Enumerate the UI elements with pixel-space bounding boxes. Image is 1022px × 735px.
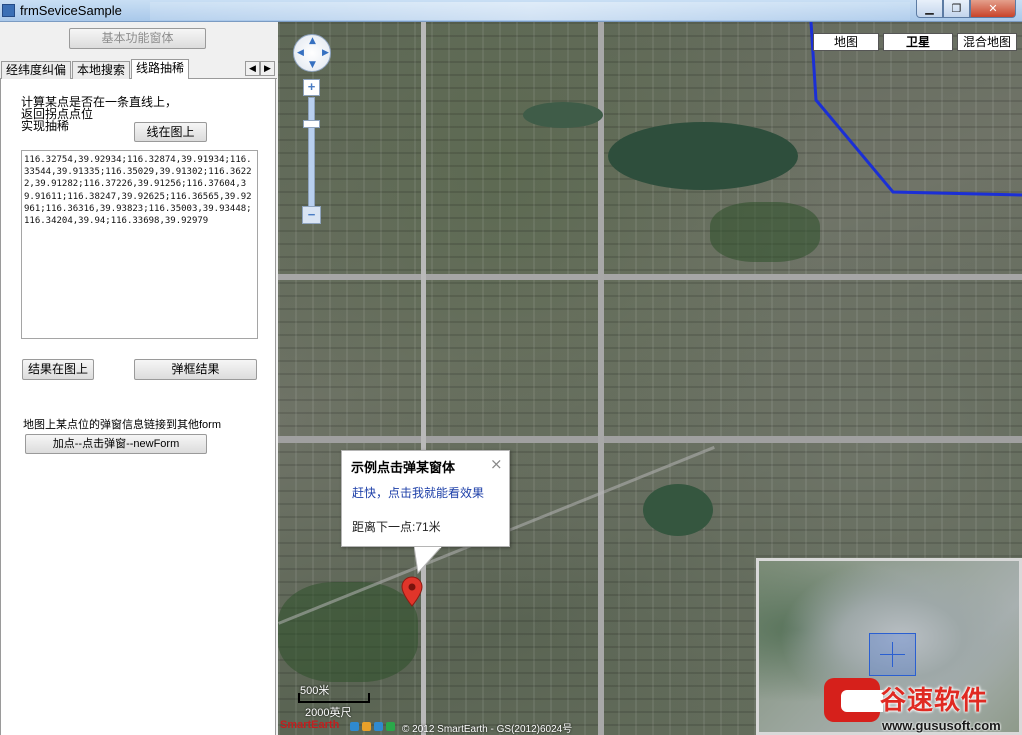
info-popup: 示例点击弹某窗体 × 赶快，点击我就能看效果 距离下一点:71米 (341, 450, 510, 547)
app-icon (2, 4, 15, 17)
tab-route-thinning[interactable]: 线路抽稀 (131, 59, 190, 80)
map-type-satellite-button[interactable]: 卫星 (883, 33, 953, 51)
tab-scroll-left-button[interactable]: ◀ (245, 61, 260, 76)
scale-metric: 500米 (300, 685, 330, 697)
popup-close-icon[interactable]: × (490, 455, 503, 473)
popup-link[interactable]: 赶快，点击我就能看效果 (352, 484, 484, 501)
popup-result-button[interactable]: 弹框结果 (134, 359, 257, 380)
tab-coordinate-correction[interactable]: 经纬度纠偏 (1, 61, 72, 79)
add-point-button[interactable]: 加点--点击弹窗--newForm (25, 434, 207, 454)
zoom-slider-thumb[interactable] (303, 120, 320, 128)
satellite-map[interactable]: ▲ ▼ ◀ ▶ + − 地图 卫星 混合地图 示例点击弹某窗体 × 赶快，点击我… (278, 22, 1022, 735)
watermark-url: www.gususoft.com (882, 718, 1001, 733)
watermark-name: 谷速软件 (880, 685, 989, 715)
scale-imperial: 2000英尺 (305, 707, 352, 719)
window-title: frmSeviceSample (20, 3, 122, 18)
tab-scroll-right-button[interactable]: ▶ (260, 61, 275, 76)
map-marker-icon[interactable] (401, 576, 423, 608)
pan-control[interactable]: ▲ ▼ ◀ ▶ (293, 34, 331, 72)
tab-strip: 经纬度纠偏 本地搜索 线路抽稀 ◀ ▶ (0, 59, 277, 80)
gususoft-logo-icon (824, 678, 883, 722)
popup-distance: 距离下一点:71米 (352, 520, 441, 534)
scale-bar: 500米 2000英尺 (298, 681, 388, 719)
close-button[interactable]: ✕ (970, 0, 1016, 18)
map-type-hybrid-button[interactable]: 混合地图 (957, 33, 1017, 51)
coordinates-textarea[interactable]: 116.32754,39.92934;116.32874,39.91934;11… (21, 150, 258, 339)
popup-link-label: 地图上某点位的弹窗信息链接到其他form (23, 419, 221, 431)
tab-local-search[interactable]: 本地搜索 (72, 61, 131, 79)
result-on-map-button[interactable]: 结果在图上 (22, 359, 94, 380)
zoom-slider-track[interactable] (308, 97, 315, 217)
popup-title: 示例点击弹某窗体 (351, 460, 456, 475)
overview-viewport-box[interactable] (869, 633, 916, 676)
title-bar: frmSeviceSample ▁ ❐ ✕ (0, 0, 1022, 22)
maximize-button[interactable]: ❐ (943, 0, 970, 18)
zoom-out-button[interactable]: − (302, 206, 321, 224)
route-thinning-page: 计算某点是否在一条直线上， 返回拐点点位 实现抽稀 线在图上 116.32754… (0, 79, 276, 735)
line-on-map-button[interactable]: 线在图上 (134, 122, 207, 142)
basic-features-button[interactable]: 基本功能窗体 (69, 28, 206, 49)
taskbar-blur (150, 2, 910, 20)
smartearth-logo: SmartEarth (280, 719, 340, 731)
copyright-text: © 2012 SmartEarth - GS(2012)6024号 (402, 724, 573, 735)
map-type-map-button[interactable]: 地图 (813, 33, 879, 51)
minimize-button[interactable]: ▁ (916, 0, 943, 18)
left-panel: 基本功能窗体 经纬度纠偏 本地搜索 线路抽稀 ◀ ▶ 计算某点是否在一条直线上，… (0, 22, 277, 735)
zoom-in-button[interactable]: + (303, 79, 320, 96)
popup-pointer (414, 547, 442, 575)
watermark: 谷速软件 www.gususoft.com (820, 676, 1022, 735)
